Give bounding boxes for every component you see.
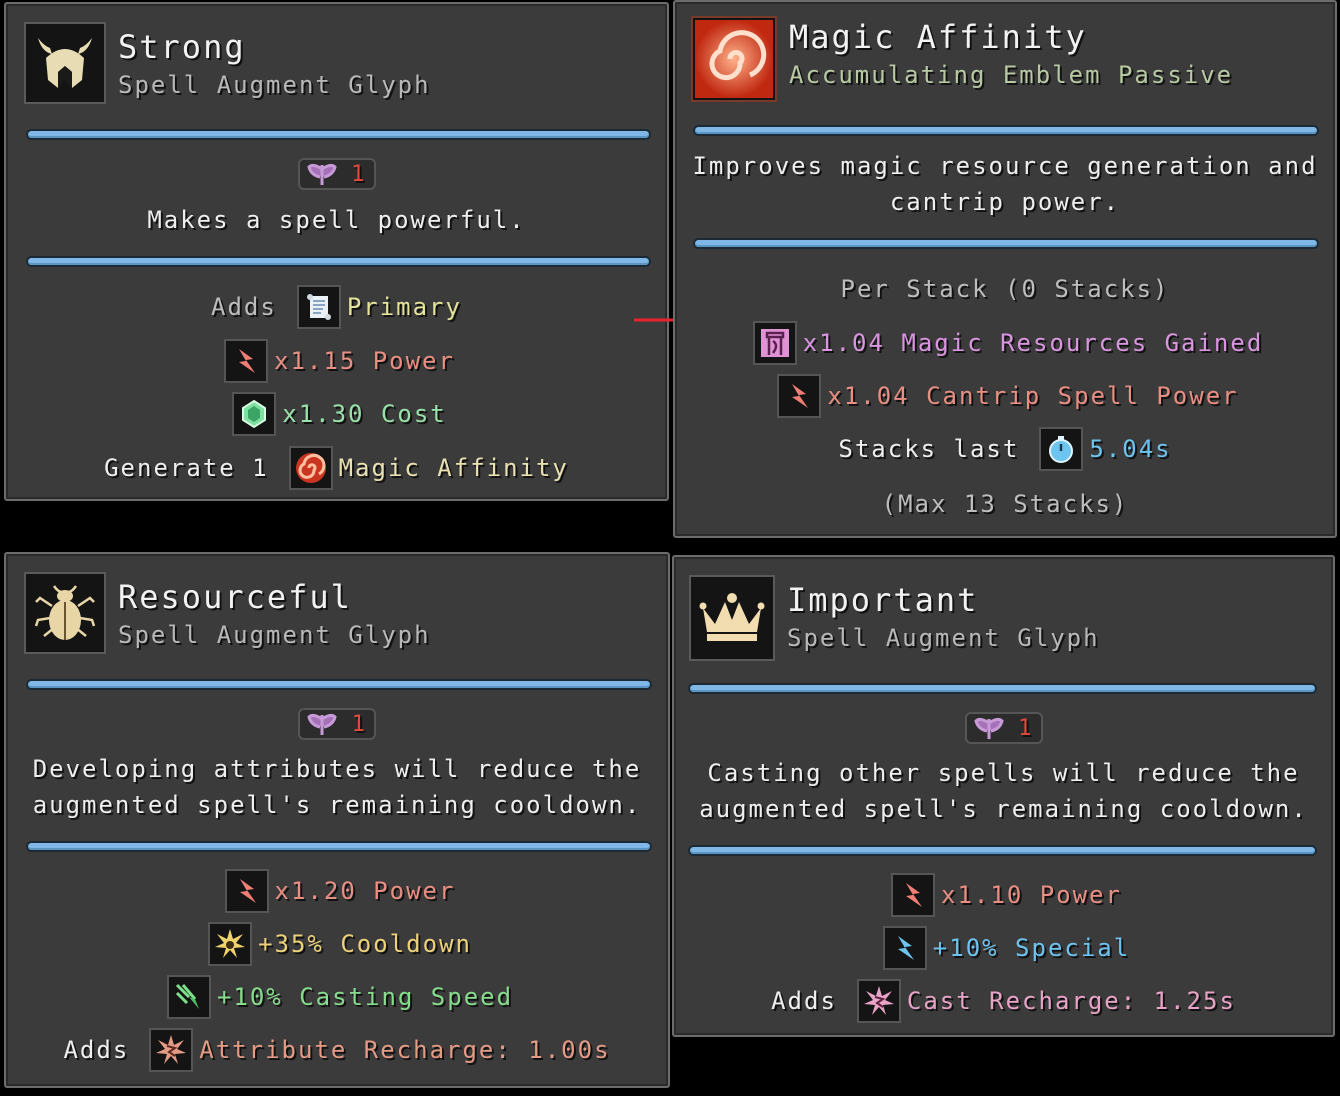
scroll-icon [296, 285, 341, 329]
cooldown-burst-icon [208, 922, 253, 966]
generate-label: Generate 1 [104, 454, 269, 482]
resourceful-description-1: Developing attributes will reduce the [32, 755, 642, 783]
magic-affinity-title: Magic Affinity [789, 18, 1087, 56]
stacks-last-label: Stacks last [838, 435, 1020, 463]
adds-label: Adds [211, 293, 277, 321]
resourceful-tooltip: Resourceful Spell Augment Glyph 1 Develo… [4, 552, 670, 1088]
important-subtitle: Spell Augment Glyph [787, 624, 1100, 652]
divider [28, 131, 649, 138]
important-title: Important [787, 581, 979, 619]
divider [695, 127, 1317, 134]
badge-count: 1 [351, 161, 367, 187]
power-stat: x1.10 Power [941, 881, 1122, 909]
divider [690, 847, 1315, 854]
casting-speed-icon [166, 975, 211, 1019]
strong-subtitle: Spell Augment Glyph [118, 71, 431, 99]
strong-tooltip: Strong Spell Augment Glyph 1 Makes a spe… [4, 2, 669, 501]
scarab-icon [24, 572, 106, 654]
magic-resource-icon [752, 321, 797, 365]
cooldown-stat: +35% Cooldown [258, 930, 472, 958]
divider [28, 258, 649, 265]
stopwatch-icon [1039, 427, 1084, 471]
resourceful-title: Resourceful [118, 578, 352, 616]
strong-description: Makes a spell powerful. [147, 206, 526, 234]
wing-icon [307, 163, 337, 185]
power-bolt-icon [224, 869, 269, 913]
stacks-last-value: 5.04s [1089, 435, 1172, 463]
wing-icon [307, 713, 337, 735]
green-gem-icon [232, 392, 277, 436]
magic-affinity-description-1: Improves magic resource generation and [692, 152, 1318, 180]
attribute-recharge-icon [149, 1028, 194, 1072]
power-stat: x1.15 Power [274, 347, 455, 375]
power-bolt-icon [224, 339, 269, 383]
resourceful-subtitle: Spell Augment Glyph [118, 621, 431, 649]
power-stat: x1.20 Power [274, 877, 456, 905]
adds-value: Cast Recharge: 1.25s [906, 987, 1236, 1015]
per-stack-label: Per Stack (0 Stacks) [840, 275, 1170, 303]
resourceful-description-2: augmented spell's remaining cooldown. [32, 791, 642, 819]
glyph-slot-badge: 1 [964, 712, 1043, 744]
crown-icon [689, 575, 775, 661]
red-swirl-icon [288, 446, 333, 490]
magic-affinity-header: Magic Affinity Accumulating Emblem Passi… [691, 16, 1233, 102]
cantrip-power-stat: x1.04 Cantrip Spell Power [827, 382, 1239, 410]
max-stacks-label: (Max 13 Stacks) [881, 490, 1129, 518]
important-tooltip: Important Spell Augment Glyph 1 Casting … [672, 555, 1335, 1037]
adds-value: Primary [346, 293, 462, 321]
power-bolt-icon [777, 374, 822, 418]
adds-label: Adds [63, 1036, 130, 1064]
badge-count: 1 [1018, 715, 1034, 741]
divider [28, 843, 650, 850]
strong-title: Strong [118, 28, 246, 66]
badge-count: 1 [351, 711, 367, 737]
divider [695, 240, 1317, 247]
power-bolt-icon [891, 873, 936, 917]
special-bolt-icon [882, 926, 927, 970]
important-header: Important Spell Augment Glyph [689, 575, 1100, 661]
cost-stat: x1.30 Cost [282, 400, 447, 428]
divider [28, 681, 650, 688]
adds-label: Adds [771, 987, 837, 1015]
glyph-slot-badge: 1 [298, 708, 376, 740]
horned-helmet-icon [24, 22, 106, 104]
resourceful-header: Resourceful Spell Augment Glyph [24, 572, 431, 658]
adds-value: Attribute Recharge: 1.00s [199, 1036, 611, 1064]
special-stat: +10% Special [932, 934, 1131, 962]
important-description-2: augmented spell's remaining cooldown. [699, 795, 1308, 823]
cast-recharge-icon [856, 979, 901, 1023]
glyph-slot-badge: 1 [297, 158, 376, 190]
strong-header: Strong Spell Augment Glyph [24, 22, 431, 108]
casting-speed-stat: +10% Casting Speed [216, 983, 514, 1011]
important-description-1: Casting other spells will reduce the [707, 759, 1300, 787]
magic-resources-stat: x1.04 Magic Resources Gained [802, 329, 1264, 357]
red-swirl-icon [691, 16, 777, 102]
wing-icon [974, 717, 1004, 739]
magic-affinity-description-2: cantrip power. [889, 188, 1121, 216]
magic-affinity-subtitle: Accumulating Emblem Passive [789, 61, 1234, 89]
divider [690, 685, 1315, 692]
generate-value: Magic Affinity [338, 454, 569, 482]
magic-affinity-tooltip: Magic Affinity Accumulating Emblem Passi… [673, 0, 1337, 538]
